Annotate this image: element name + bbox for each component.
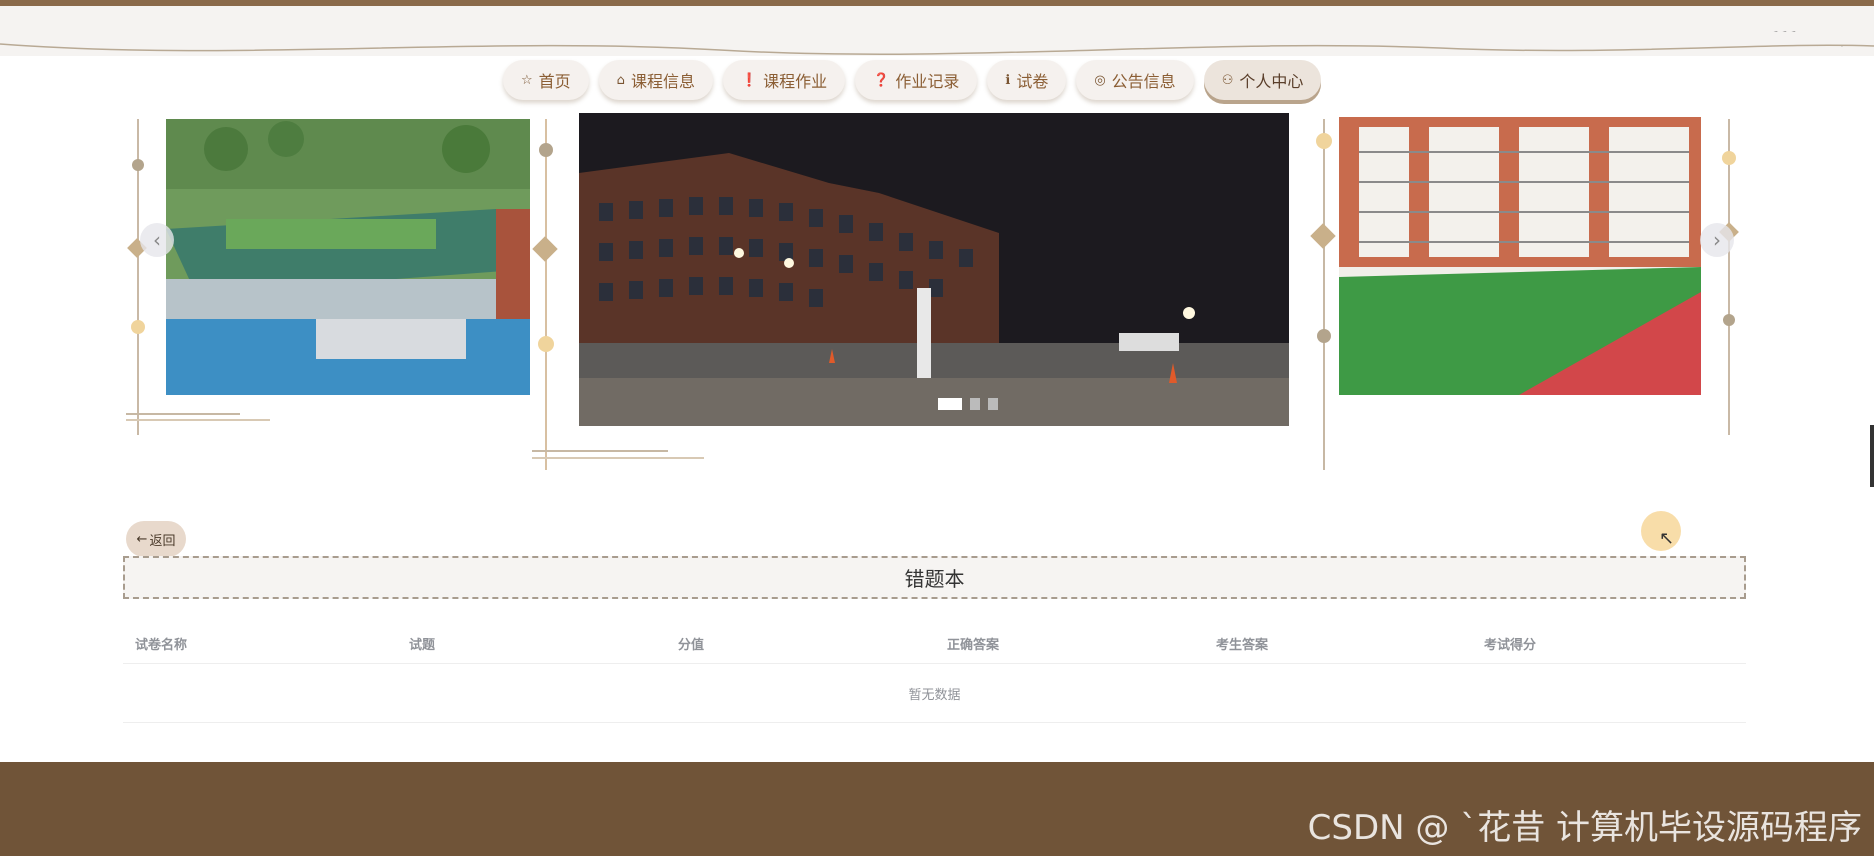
nav-label: 个人中心 [1239, 72, 1304, 91]
nav-personal-center[interactable]: ⚇ 个人中心 [1203, 60, 1322, 100]
target-icon: ◎ [1094, 72, 1106, 88]
nav-homework-records[interactable]: ❓ 作业记录 [855, 60, 978, 100]
nav-course-homework[interactable]: ❗ 课程作业 [722, 60, 846, 100]
question-icon: ❓ [873, 72, 890, 88]
carousel-dot[interactable] [988, 398, 998, 410]
carousel-slide-center[interactable] [579, 113, 1289, 426]
scrollbar-thumb[interactable] [1870, 425, 1874, 487]
carousel-slide-left[interactable] [166, 119, 530, 395]
column-header: 正确答案 [947, 638, 1000, 653]
nav-label: 作业记录 [895, 72, 960, 91]
chevron-left-icon: ‹ [153, 228, 161, 252]
csdn-watermark: CSDN @ ˋ花昔 计算机毕设源码程序 [1307, 808, 1862, 848]
empty-text: 暂无数据 [908, 687, 961, 703]
carousel-dot[interactable] [970, 398, 980, 410]
arrow-left-icon: ← [136, 531, 148, 547]
table-empty-row: 暂无数据 [123, 664, 1746, 723]
carousel-next-button[interactable]: › [1700, 223, 1734, 257]
back-button[interactable]: ← 返回 [126, 521, 186, 557]
nav-home[interactable]: ☆ 首页 [503, 60, 589, 100]
carousel-indicators [938, 398, 998, 410]
column-header: 试卷名称 [135, 638, 188, 653]
info-icon: ℹ [1005, 72, 1011, 88]
carousel-prev-button[interactable]: ‹ [140, 223, 174, 257]
user-icon: ⚇ [1221, 72, 1234, 88]
column-header: 考生答案 [1216, 638, 1269, 653]
mouse-pointer-icon: ↖ [1659, 528, 1675, 549]
nav-label: 课程作业 [763, 72, 828, 91]
column-header: 考试得分 [1484, 638, 1537, 653]
carousel-dot[interactable] [938, 398, 962, 410]
sports-field-image [1339, 117, 1701, 395]
carousel-slide-right[interactable] [1339, 117, 1701, 395]
main-nav: ☆ 首页 ⌂ 课程信息 ❗ 课程作业 ❓ 作业记录 ℹ 试卷 ◎ 公告信息 ⚇ 个人中心 [503, 60, 1322, 100]
nav-label: 公告信息 [1111, 72, 1176, 91]
nav-label: 课程信息 [630, 72, 695, 91]
nav-exam-papers[interactable]: ℹ 试卷 [987, 60, 1067, 100]
page-title: 错题本 [123, 556, 1746, 599]
bag-icon: ⌂ [616, 72, 625, 88]
column-header: 分值 [678, 638, 705, 653]
nav-course-info[interactable]: ⌂ 课程信息 [598, 60, 713, 100]
page-title-text: 错题本 [904, 567, 965, 591]
image-carousel: ‹ › [0, 105, 1874, 485]
chevron-right-icon: › [1713, 228, 1721, 252]
alert-icon: ❗ [740, 72, 758, 88]
table-header: 试卷名称 试题 分值 正确答案 考生答案 考试得分 [123, 626, 1746, 664]
star-icon: ☆ [521, 72, 533, 88]
nav-label: 首页 [538, 72, 571, 91]
campus-building-image [166, 119, 530, 395]
dormitory-night-image [579, 113, 1289, 426]
column-header: 试题 [409, 638, 436, 653]
nav-label: 试卷 [1016, 72, 1049, 91]
nav-announcements[interactable]: ◎ 公告信息 [1076, 60, 1194, 100]
back-button-label: 返回 [149, 533, 176, 549]
